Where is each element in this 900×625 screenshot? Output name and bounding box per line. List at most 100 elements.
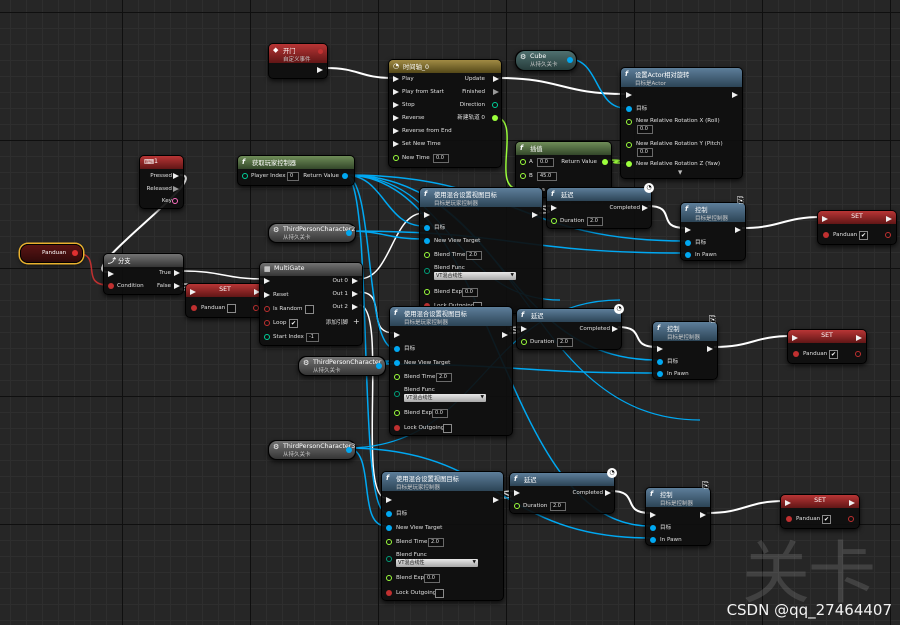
exec-input-pin[interactable]	[190, 289, 196, 295]
possess-node-1[interactable]: f 控制 目标是控制器 ⎘ 目标 In Pawn	[680, 197, 746, 261]
rot-x-pin[interactable]	[626, 119, 632, 125]
new-view-target-pin[interactable]	[394, 360, 400, 366]
exec-input-pin[interactable]	[822, 216, 828, 222]
exec-input-pin[interactable]	[785, 500, 791, 506]
panduan-checkbox[interactable]: ✔	[859, 231, 868, 240]
lock-outgoing-pin[interactable]	[386, 590, 392, 596]
tpc3-output-pin[interactable]	[346, 447, 352, 453]
blend-time-pin[interactable]	[424, 252, 430, 258]
out-2-pin[interactable]	[352, 304, 358, 310]
rot-y-input[interactable]: 0.0	[637, 148, 653, 157]
loop-checkbox[interactable]: ✔	[289, 319, 298, 328]
delay-node-2[interactable]: f 延迟 ◔ Completed Duration 2.0	[516, 304, 624, 350]
new-track-pin[interactable]	[492, 115, 498, 121]
exec-output-pin[interactable]	[493, 497, 499, 503]
new-view-target-pin[interactable]	[424, 238, 430, 244]
set-panduan-node-3[interactable]: SET Panduan ✔	[787, 329, 867, 364]
exec-output-pin[interactable]	[502, 332, 508, 338]
possess-node-2[interactable]: f 控制 目标是控制器 ⎘ 目标 In Pawn	[652, 316, 718, 380]
a-pin[interactable]	[520, 159, 526, 165]
custom-event-open-door-node[interactable]: ◆ 开门 自定义事件	[268, 43, 328, 79]
cube-output-pin[interactable]	[567, 57, 573, 63]
blend-func-pin[interactable]	[394, 391, 400, 397]
set-view-target-with-blend-node-2[interactable]: f 使用混合设置视图目标 目标是玩家控制器 目标 New View Target…	[389, 306, 513, 436]
blend-time-input[interactable]: 2.0	[436, 373, 452, 382]
in-pawn-pin[interactable]	[657, 371, 663, 377]
completed-pin[interactable]	[605, 490, 611, 496]
exec-input-pin[interactable]	[626, 92, 632, 98]
cube-variable-node[interactable]: ⚙ Cube 从持久关卡	[515, 50, 577, 71]
panduan-input-pin[interactable]	[191, 305, 197, 311]
reverse-from-end-pin[interactable]	[393, 128, 399, 134]
exec-output-pin[interactable]	[532, 212, 538, 218]
blend-exp-pin[interactable]	[424, 289, 430, 295]
panduan-output-pin[interactable]	[885, 232, 891, 238]
new-view-target-pin[interactable]	[386, 525, 392, 531]
set-view-target-with-blend-node-3[interactable]: f 使用混合设置视图目标 目标是玩家控制器 目标 New View Target…	[381, 471, 504, 601]
play-pin[interactable]	[393, 76, 399, 82]
exec-input-pin[interactable]	[650, 512, 656, 518]
blend-func-pin[interactable]	[424, 268, 430, 274]
set-panduan-node-2[interactable]: SET Panduan ✔	[817, 210, 897, 245]
blueprint-graph-canvas[interactable]: ◆ 开门 自定义事件 ◔ 时间轴_0 Play Play from Start …	[0, 0, 900, 625]
new-time-pin[interactable]	[393, 155, 399, 161]
out-0-pin[interactable]	[352, 278, 358, 284]
panduan-variable-node[interactable]: Panduan	[20, 244, 83, 263]
key-pin[interactable]	[172, 198, 178, 204]
b-input[interactable]: 45.0	[537, 172, 557, 181]
exec-output-pin[interactable]	[707, 346, 713, 352]
blend-func-select[interactable]: VT混合线性	[434, 272, 516, 280]
blend-exp-input[interactable]: 0.0	[424, 574, 440, 583]
blend-time-input[interactable]: 2.0	[466, 251, 482, 260]
condition-pin[interactable]	[108, 283, 114, 289]
third-person-character-2-node[interactable]: ⚙ ThirdPersonCharacter2 从持久关卡	[268, 223, 356, 243]
delay-node-3[interactable]: f 延迟 ◔ Completed Duration 2.0	[509, 468, 617, 514]
exec-output-pin[interactable]	[735, 227, 741, 233]
duration-input[interactable]: 2.0	[550, 502, 566, 511]
blend-time-input[interactable]: 2.0	[428, 538, 444, 547]
new-time-input[interactable]: 0.0	[433, 154, 449, 163]
true-pin[interactable]	[174, 270, 180, 276]
panduan-output-pin[interactable]	[855, 351, 861, 357]
rot-z-pin[interactable]	[626, 161, 632, 167]
return-value-pin[interactable]	[342, 173, 348, 179]
target-pin[interactable]	[424, 225, 430, 231]
multigate-node[interactable]: ▦ MultiGate Reset Is Random Loop ✔ Start…	[259, 262, 363, 346]
b-pin[interactable]	[520, 173, 526, 179]
pressed-pin[interactable]	[173, 173, 179, 179]
exec-input-pin[interactable]	[394, 332, 400, 338]
timeline-node[interactable]: ◔ 时间轴_0 Play Play from Start Stop Revers…	[388, 59, 502, 168]
completed-pin[interactable]	[642, 205, 648, 211]
set-actor-relative-rotation-node[interactable]: f 设置Actor相对旋转 目标是Actor 目标 New Relative R…	[620, 67, 743, 179]
completed-pin[interactable]	[612, 326, 618, 332]
target-pin[interactable]	[626, 106, 632, 112]
reverse-pin[interactable]	[393, 115, 399, 121]
duration-input[interactable]: 2.0	[557, 338, 573, 347]
stop-pin[interactable]	[393, 102, 399, 108]
in-pawn-pin[interactable]	[650, 537, 656, 543]
exec-output-pin[interactable]	[886, 216, 892, 222]
add-pin-plus-icon[interactable]: +	[353, 318, 360, 326]
duration-pin[interactable]	[521, 339, 527, 345]
third-person-character-3-node[interactable]: ⚙ ThirdPersonCharacter3 从持久关卡	[268, 440, 356, 460]
update-pin[interactable]	[493, 76, 499, 82]
get-player-controller-node[interactable]: f 获取玩家控制器 Player Index 0 Return Value	[237, 155, 355, 186]
a-input[interactable]: 0.0	[537, 158, 554, 167]
out-1-pin[interactable]	[352, 291, 358, 297]
third-person-character-node[interactable]: ⚙ ThirdPersonCharacter 从持久关卡	[298, 356, 386, 376]
exec-input-pin[interactable]	[386, 497, 392, 503]
exec-output-pin[interactable]	[849, 500, 855, 506]
start-index-input[interactable]: -1	[306, 333, 319, 342]
panduan-checkbox[interactable]: ✔	[829, 350, 838, 359]
exec-input-pin[interactable]	[792, 335, 798, 341]
exec-input-pin[interactable]	[264, 278, 270, 284]
blend-func-pin[interactable]	[386, 556, 392, 562]
blend-time-pin[interactable]	[386, 539, 392, 545]
rot-y-pin[interactable]	[626, 142, 632, 148]
exec-input-pin[interactable]	[521, 326, 527, 332]
delay-node-1[interactable]: f 延迟 ◔ Completed Duration 2.0	[546, 183, 654, 229]
target-pin[interactable]	[394, 346, 400, 352]
exec-output-pin[interactable]	[700, 512, 706, 518]
key-1-event-node[interactable]: ⌨ 1 Pressed Released Key	[139, 155, 184, 209]
blend-exp-input[interactable]: 0.0	[432, 409, 448, 418]
